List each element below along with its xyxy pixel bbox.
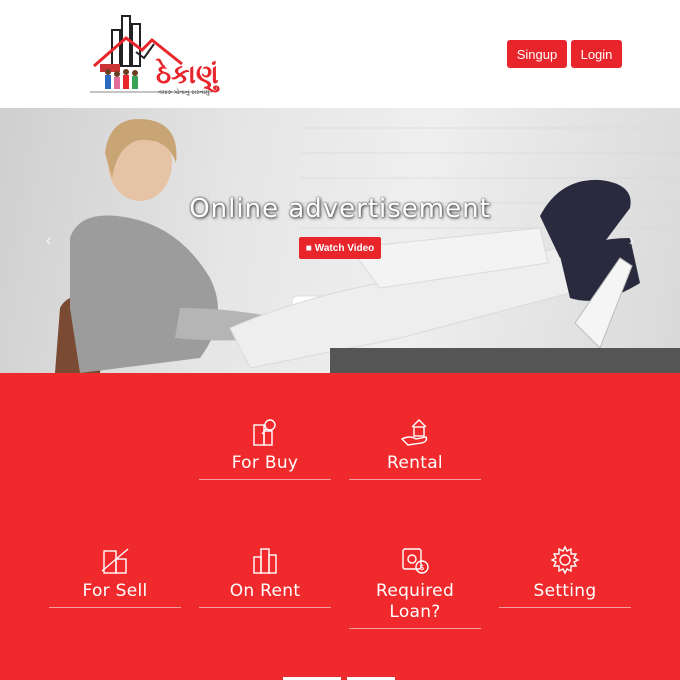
service-rental[interactable]: Rental — [349, 417, 481, 480]
house-hand-icon — [400, 419, 428, 446]
logo-wordmark: ઠેકાણું — [156, 60, 219, 90]
hero-title: Online advertisement — [189, 194, 491, 224]
svg-text:$: $ — [419, 563, 424, 572]
hero-banner: Online advertisement ■ Watch Video ‹ › — [0, 108, 680, 373]
logo-tagline: તમારું પોતાનું સરનામું — [158, 89, 210, 96]
city-buildings-icon — [253, 548, 277, 574]
service-label: Setting — [499, 581, 631, 608]
login-button[interactable]: Login — [571, 40, 622, 68]
service-required-loan[interactable]: $ Required Loan? — [349, 545, 481, 629]
service-label: Rental — [349, 453, 481, 480]
carousel-next-icon[interactable]: › — [629, 232, 634, 250]
service-for-buy[interactable]: For Buy — [199, 417, 331, 480]
money-icon: $ — [402, 548, 429, 574]
service-label: On Rent — [199, 581, 331, 608]
gear-icon — [550, 545, 580, 575]
service-label: For Buy — [199, 453, 331, 480]
watch-video-label: Watch Video — [314, 242, 375, 254]
service-label: Required Loan? — [349, 581, 481, 629]
service-for-sell[interactable]: For Sell — [49, 545, 181, 608]
header: ઠેકાણું તમારું પોતાનું સરનામું Singup Lo… — [0, 0, 680, 108]
services-section: For Buy Rental For Sell On Rent $ Requir… — [0, 373, 680, 680]
service-on-rent[interactable]: On Rent — [199, 545, 331, 608]
service-label: For Sell — [49, 581, 181, 608]
site-logo[interactable]: ઠેકાણું તમારું પોતાનું સરનામું — [86, 10, 219, 98]
building-sold-icon — [101, 548, 129, 574]
buildings-search-icon — [253, 419, 276, 446]
service-setting[interactable]: Setting — [499, 545, 631, 608]
video-camera-icon: ■ — [305, 242, 312, 254]
carousel-prev-icon[interactable]: ‹ — [46, 232, 51, 250]
signup-button[interactable]: Singup — [507, 40, 567, 68]
watch-video-button[interactable]: ■ Watch Video — [299, 237, 381, 259]
